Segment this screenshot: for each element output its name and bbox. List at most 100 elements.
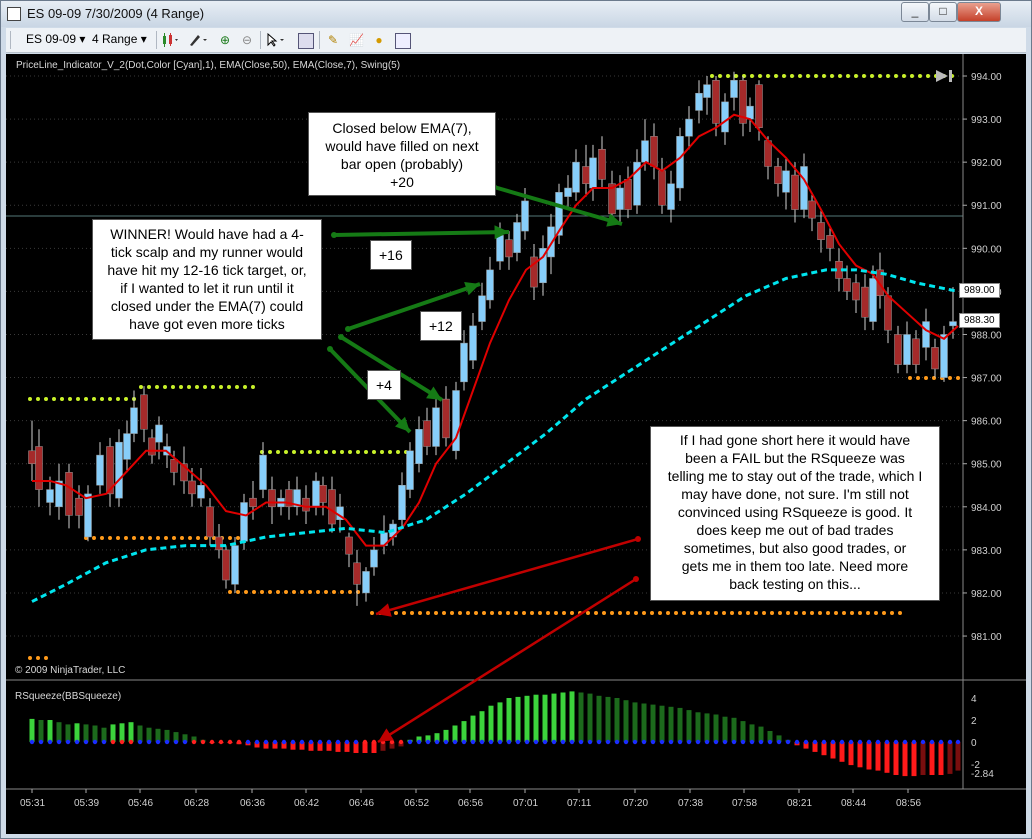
swing-dot bbox=[734, 74, 738, 78]
swing-dot bbox=[171, 385, 175, 389]
swing-dot bbox=[754, 611, 758, 615]
down-candle bbox=[912, 338, 920, 365]
swing-dot bbox=[52, 397, 56, 401]
properties-icon[interactable] bbox=[395, 33, 411, 49]
up-candle bbox=[703, 84, 711, 98]
squeeze-bar bbox=[128, 722, 134, 742]
draw-tool-icon[interactable] bbox=[188, 33, 210, 47]
swing-dot bbox=[260, 590, 264, 594]
swing-dot bbox=[442, 611, 446, 615]
squeeze-dot bbox=[578, 739, 584, 745]
up-candle bbox=[370, 549, 378, 568]
swing-dot bbox=[778, 611, 782, 615]
squeeze-dot bbox=[596, 739, 602, 745]
annotation-winner: WINNER! Would have had a 4- tick scalp a… bbox=[92, 219, 322, 340]
swing-dot bbox=[810, 611, 814, 615]
squeeze-bar bbox=[731, 717, 737, 742]
swing-dot bbox=[956, 376, 960, 380]
swing-dot bbox=[466, 611, 470, 615]
chevron-down-icon: ▾ bbox=[140, 32, 147, 46]
swing-dot bbox=[706, 611, 710, 615]
time-axis-label: 07:01 bbox=[513, 798, 538, 809]
down-candle bbox=[826, 235, 834, 249]
annotation-line: have hit my 12-16 tick target, or, bbox=[107, 262, 307, 278]
swing-dot bbox=[380, 450, 384, 454]
swing-dot bbox=[650, 611, 654, 615]
annotation-line: tick scalp and my runner would bbox=[110, 244, 304, 260]
time-axis-label: 08:21 bbox=[787, 798, 812, 809]
squeeze-dot bbox=[803, 739, 809, 745]
swing-dot bbox=[790, 74, 794, 78]
up-candle bbox=[84, 493, 92, 538]
zoom-out-icon[interactable]: ⊖ bbox=[240, 33, 254, 47]
cursor-icon[interactable] bbox=[266, 33, 288, 47]
squeeze-axis-label: 0 bbox=[971, 738, 977, 749]
price-axis-label: 993.00 bbox=[971, 115, 1002, 126]
coin-icon[interactable]: ● bbox=[372, 33, 386, 47]
up-candle bbox=[432, 407, 440, 447]
squeeze-dot bbox=[848, 739, 854, 745]
swing-dot bbox=[666, 611, 670, 615]
title-bar[interactable]: ES 09-09 7/30/2009 (4 Range) _ □ X bbox=[1, 1, 1031, 27]
squeeze-bar bbox=[641, 703, 647, 742]
up-candle bbox=[460, 342, 468, 383]
swing-dot bbox=[910, 74, 914, 78]
swing-dot bbox=[530, 611, 534, 615]
indicators-icon[interactable]: 📈 bbox=[349, 33, 364, 47]
down-candle bbox=[894, 334, 902, 365]
squeeze-bar bbox=[605, 696, 611, 742]
squeeze-dot bbox=[128, 739, 134, 745]
swing-dot bbox=[842, 611, 846, 615]
down-candle bbox=[808, 200, 816, 219]
squeeze-bar bbox=[83, 724, 89, 742]
up-candle bbox=[486, 269, 494, 301]
down-candle bbox=[319, 485, 327, 503]
squeeze-bar bbox=[713, 714, 719, 742]
swing-dot bbox=[340, 590, 344, 594]
swing-dot bbox=[546, 611, 550, 615]
squeeze-bar bbox=[677, 707, 683, 742]
data-box-icon[interactable] bbox=[298, 33, 314, 49]
squeeze-dot bbox=[506, 739, 512, 745]
swing-dot bbox=[356, 450, 360, 454]
swing-dot bbox=[332, 450, 336, 454]
squeeze-dot bbox=[839, 739, 845, 745]
up-candle bbox=[667, 183, 675, 210]
swing-dot bbox=[918, 74, 922, 78]
squeeze-bar bbox=[569, 691, 575, 742]
up-candle bbox=[641, 140, 649, 163]
price-chart-panel[interactable]: 994.00 993.00 992.00 991.00 990.00 989.00 988.… bbox=[6, 54, 1026, 834]
swing-dot bbox=[116, 536, 120, 540]
squeeze-dot bbox=[587, 739, 593, 745]
swing-dot bbox=[308, 590, 312, 594]
up-candle bbox=[406, 450, 414, 490]
instrument-selector[interactable]: ES 09-09 ▾ bbox=[26, 32, 85, 46]
swing-dot bbox=[268, 450, 272, 454]
close-button[interactable]: X bbox=[957, 2, 1001, 22]
maximize-button[interactable]: □ bbox=[929, 2, 957, 22]
squeeze-bar bbox=[695, 712, 701, 742]
up-candle bbox=[721, 101, 729, 133]
swing-dot bbox=[594, 611, 598, 615]
zoom-in-icon[interactable]: ⊕ bbox=[218, 33, 232, 47]
swing-dot bbox=[116, 397, 120, 401]
squeeze-dot bbox=[65, 739, 71, 745]
swing-dot bbox=[718, 74, 722, 78]
toolbar-separator bbox=[260, 31, 261, 49]
time-axis-label: 07:58 bbox=[732, 798, 757, 809]
chart-toolbar: ES 09-09 ▾ 4 Range ▾ ⊕ ⊖ ✎ 📈 ● bbox=[6, 28, 1026, 53]
down-candle bbox=[884, 295, 892, 331]
candlestick-style-icon[interactable] bbox=[161, 33, 181, 47]
squeeze-dot bbox=[533, 739, 539, 745]
squeeze-bar bbox=[920, 742, 926, 775]
squeeze-dot bbox=[290, 739, 296, 745]
swing-dot bbox=[916, 376, 920, 380]
down-candle bbox=[931, 347, 939, 370]
strategy-icon[interactable]: ✎ bbox=[326, 33, 340, 47]
period-selector[interactable]: 4 Range ▾ bbox=[92, 32, 147, 46]
squeeze-dot bbox=[335, 739, 341, 745]
swing-dot bbox=[251, 385, 255, 389]
time-axis-label: 07:38 bbox=[678, 798, 703, 809]
annotation-line: If I had gone short here it would have bbox=[679, 432, 911, 448]
minimize-button[interactable]: _ bbox=[901, 2, 929, 22]
